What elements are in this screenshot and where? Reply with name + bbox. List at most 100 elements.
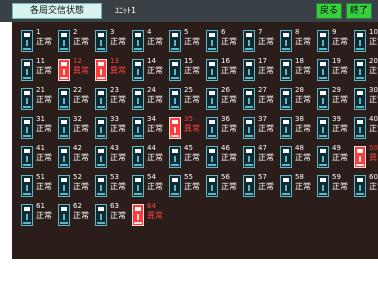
terminal-icon [280, 30, 292, 52]
terminal-icon [317, 146, 329, 168]
screen-title: 各局交信状態 [12, 3, 102, 19]
station-status: 正常 [369, 182, 378, 191]
station-number: 5 [184, 28, 189, 36]
station-status: 正常 [184, 153, 200, 162]
terminal-icon [280, 175, 292, 197]
station-status: 異常 [369, 153, 378, 162]
station-status: 正常 [369, 124, 378, 133]
station-64[interactable]: 64 異常 [132, 202, 192, 232]
station-number: 10 [369, 28, 378, 36]
station-status: 正常 [110, 95, 126, 104]
terminal-icon [58, 30, 70, 52]
station-number: 62 [73, 202, 82, 210]
terminal-icon [354, 30, 366, 52]
station-number: 15 [184, 57, 193, 65]
station-status: 正常 [332, 66, 348, 75]
terminal-icon [169, 88, 181, 110]
station-number: 24 [147, 86, 156, 94]
station-status: 正常 [221, 153, 237, 162]
station-number: 39 [332, 115, 341, 123]
station-number: 2 [73, 28, 78, 36]
terminal-icon [95, 59, 107, 81]
station-number: 54 [147, 173, 156, 181]
station-status: 正常 [36, 95, 52, 104]
station-number: 41 [36, 144, 45, 152]
station-status: 正常 [332, 124, 348, 133]
station-number: 28 [295, 86, 304, 94]
terminal-icon [132, 146, 144, 168]
terminal-icon [354, 146, 366, 168]
station-number: 42 [73, 144, 82, 152]
station-20[interactable]: 20正常 [354, 57, 378, 87]
station-status: 正常 [36, 66, 52, 75]
terminal-icon [132, 30, 144, 52]
terminal-icon [132, 59, 144, 81]
terminal-icon [280, 117, 292, 139]
station-number: 32 [73, 115, 82, 123]
station-number: 51 [36, 173, 45, 181]
station-number: 44 [147, 144, 156, 152]
station-status: 正常 [295, 66, 311, 75]
terminal-icon [169, 146, 181, 168]
station-number: 8 [295, 28, 300, 36]
terminal-icon [95, 175, 107, 197]
terminal-icon [243, 146, 255, 168]
station-number: 12 [73, 57, 82, 65]
station-status: 正常 [110, 124, 126, 133]
station-number: 59 [332, 173, 341, 181]
terminal-icon [280, 88, 292, 110]
station-40[interactable]: 40正常 [354, 115, 378, 145]
station-status: 正常 [36, 37, 52, 46]
terminal-icon [132, 175, 144, 197]
station-number: 37 [258, 115, 267, 123]
station-status: 正常 [221, 95, 237, 104]
station-number: 50 [369, 144, 378, 152]
back-button[interactable]: 戻る [316, 3, 342, 19]
station-50[interactable]: 50異常 [354, 144, 378, 174]
station-status: 正常 [184, 37, 200, 46]
terminal-icon [95, 88, 107, 110]
station-status: 正常 [295, 153, 311, 162]
terminal-icon [354, 175, 366, 197]
station-number: 56 [221, 173, 230, 181]
station-number: 18 [295, 57, 304, 65]
station-number: 38 [295, 115, 304, 123]
terminal-icon [21, 175, 33, 197]
end-button[interactable]: 終了 [346, 3, 372, 19]
station-status: 正常 [221, 66, 237, 75]
station-30[interactable]: 30正常 [354, 86, 378, 116]
station-status: 正常 [73, 124, 89, 133]
station-number: 61 [36, 202, 45, 210]
station-status: 正常 [258, 124, 274, 133]
station-status: 正常 [332, 182, 348, 191]
terminal-icon [58, 117, 70, 139]
station-number: 36 [221, 115, 230, 123]
station-status: 正常 [258, 153, 274, 162]
terminal-icon [317, 175, 329, 197]
station-number: 63 [110, 202, 119, 210]
station-number: 16 [221, 57, 230, 65]
station-number: 33 [110, 115, 119, 123]
station-status: 正常 [110, 37, 126, 46]
terminal-icon [21, 146, 33, 168]
station-status: 異常 [184, 124, 200, 133]
station-number: 64 [147, 202, 156, 210]
station-status: 異常 [110, 66, 126, 75]
terminal-icon [58, 175, 70, 197]
station-10[interactable]: 10正常 [354, 28, 378, 58]
terminal-icon [317, 30, 329, 52]
top-bar: 各局交信状態 ﾕﾆｯﾄ1 戻る 終了 [0, 0, 378, 22]
station-number: 26 [221, 86, 230, 94]
station-number: 4 [147, 28, 152, 36]
station-status: 正常 [147, 182, 163, 191]
terminal-icon [243, 117, 255, 139]
terminal-icon [58, 59, 70, 81]
station-status: 正常 [295, 95, 311, 104]
terminal-icon [243, 88, 255, 110]
terminal-icon [280, 146, 292, 168]
station-number: 48 [295, 144, 304, 152]
station-60[interactable]: 60正常 [354, 173, 378, 203]
terminal-icon [206, 175, 218, 197]
terminal-icon [58, 204, 70, 226]
station-status-panel: 1正常2正常3正常4正常5正常6正常7正常8正常9正常10正常11正常12異常1… [12, 22, 378, 259]
